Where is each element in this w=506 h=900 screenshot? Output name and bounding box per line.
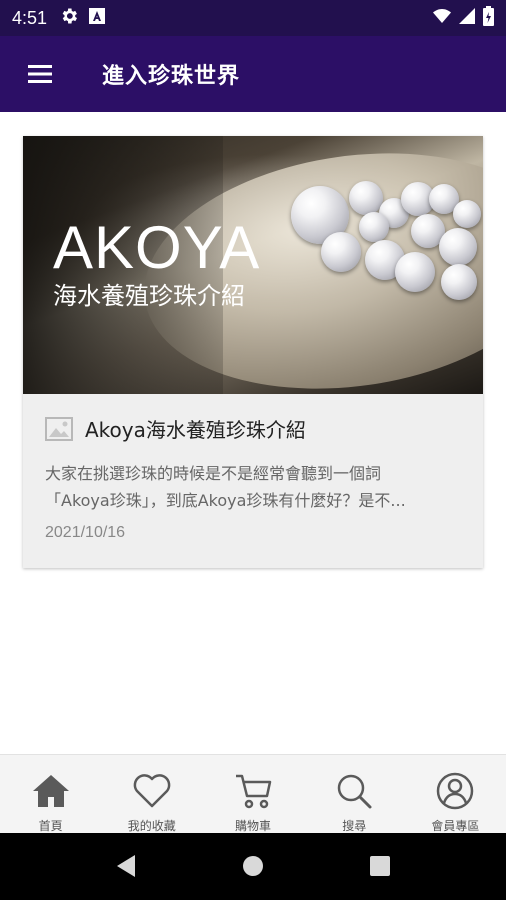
hamburger-menu-icon[interactable] [20,54,60,94]
nav-label: 搜尋 [342,819,367,833]
nav-label: 我的收藏 [127,819,176,833]
status-time: 4:51 [12,7,48,28]
pearl [439,228,477,266]
nav-item-member[interactable]: 會員專區 [405,755,506,834]
hero-subtitle: 海水養殖珍珠介紹 [53,282,245,310]
wifi-icon [433,8,451,28]
recents-icon[interactable] [360,846,400,886]
home-icon [32,775,69,807]
hero-title: AKOYA [53,214,261,281]
a-badge-icon [89,8,106,28]
article-hero-image: AKOYA 海水養殖珍珠介紹 [23,136,483,415]
user-icon [437,772,474,810]
pearl [395,252,435,292]
home-circle-icon[interactable] [233,846,273,886]
pearl [349,181,383,215]
card-title: Akoya海水養殖珍珠介紹 [85,418,306,442]
battery-icon [483,6,494,30]
heart-icon [133,774,171,808]
pearl [321,232,361,272]
card-description: 大家在挑選珍珠的時候是不是經常會聽到一個詞 「Akoya珍珠」，到底Akoya珍… [45,460,465,514]
card-description-line: 大家在挑選珍珠的時候是不是經常會聽到一個詞 [45,464,382,483]
nav-item-cart[interactable]: 購物車 [202,755,303,834]
gear-icon [59,6,79,30]
back-icon[interactable] [106,846,146,886]
nav-item-search[interactable]: 搜尋 [304,755,405,834]
nav-label: 購物車 [235,819,272,833]
card-date: 2021/10/16 [45,524,126,541]
card-body: Akoya海水養殖珍珠介紹 大家在挑選珍珠的時候是不是經常會聽到一個詞 「Ako… [23,394,483,568]
page-title: 進入珍珠世界 [102,64,241,89]
nav-item-home[interactable]: 首頁 [0,755,101,834]
bottom-nav: 首頁 我的收藏 購物車 搜尋 會員專區 [0,754,506,834]
system-nav-bar [0,833,506,900]
nav-label: 會員專區 [431,819,480,833]
nav-item-favorites[interactable]: 我的收藏 [101,755,202,834]
image-icon [45,416,73,441]
pearl [441,264,477,300]
pearl [453,200,481,228]
status-bar: 4:51 [0,0,506,36]
card-title-row: Akoya海水養殖珍珠介紹 [45,414,306,443]
app-bar: 進入珍珠世界 [0,36,506,112]
search-icon [337,774,372,809]
nav-label: 首頁 [38,819,63,833]
card-description-line: 「Akoya珍珠」，到底Akoya珍珠有什麼好？是不... [45,491,406,510]
pearl [359,212,389,242]
cart-icon [236,774,272,809]
signal-icon [459,8,475,28]
article-card[interactable]: AKOYA 海水養殖珍珠介紹 Akoya海水養殖珍珠介紹 大家在挑選珍珠的時候是… [23,136,483,568]
